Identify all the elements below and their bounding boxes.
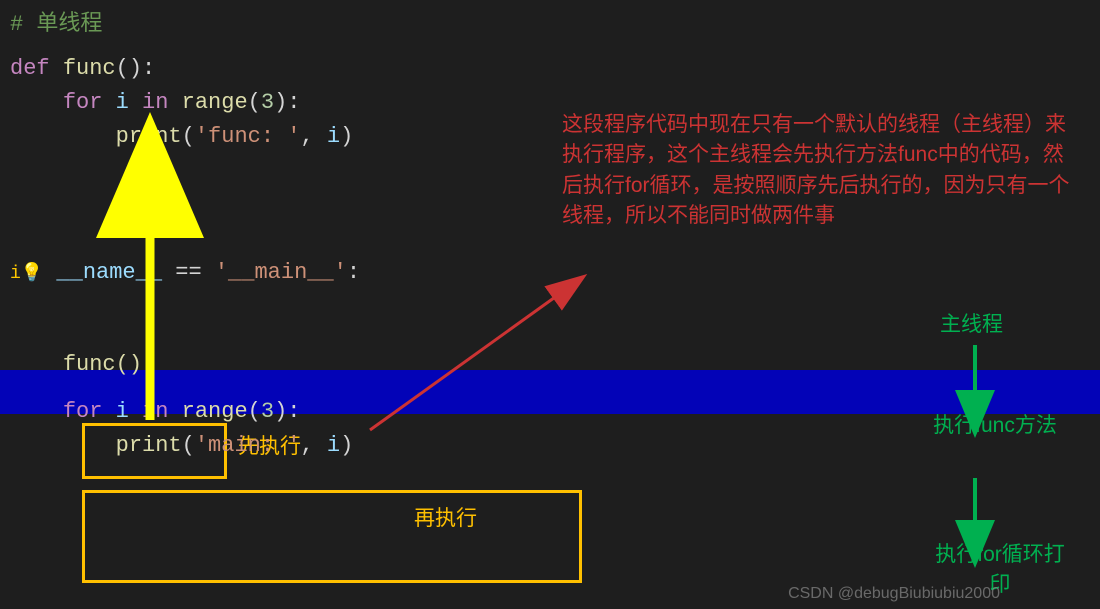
flow-main-thread: 主线程 [940, 310, 1003, 340]
explanation-red: 这段程序代码中现在只有一个默认的线程（主线程）来执行程序，这个主线程会先执行方法… [562, 110, 1072, 232]
watermark: CSDN @debugBiubiubiu2000 [788, 585, 1000, 603]
code-block: # 单线程 def func(): for i in range(3): pri… [10, 8, 360, 463]
lightbulb-icon: i💡 [10, 264, 43, 284]
comment-line: # 单线程 [10, 12, 102, 37]
func-call: func() [63, 352, 142, 377]
flow-exec-func: 执行func方法 [925, 411, 1065, 441]
box-for-loop [82, 490, 582, 583]
